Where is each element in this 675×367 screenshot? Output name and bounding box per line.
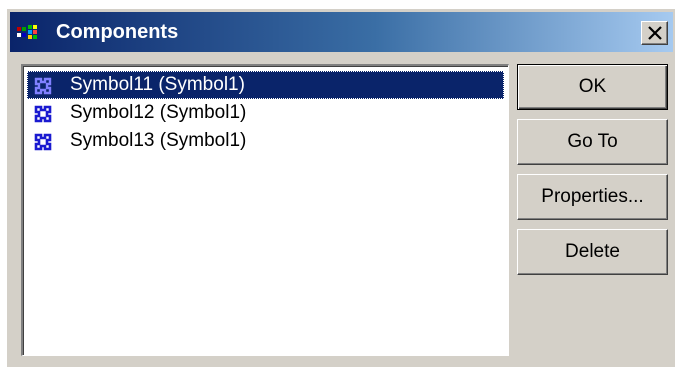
symbol-icon [34, 133, 52, 151]
close-button[interactable] [641, 21, 668, 45]
list-item-label: Symbol11 (Symbol1) [70, 74, 245, 95]
list-item[interactable]: Symbol11 (Symbol1) [27, 71, 504, 99]
delete-button[interactable]: Delete [517, 229, 668, 275]
symbol-icon [34, 77, 52, 95]
ok-button[interactable]: OK [517, 64, 668, 110]
window-title: Components [56, 21, 179, 43]
list-item-label: Symbol12 (Symbol1) [70, 102, 247, 123]
components-app-icon [17, 25, 37, 39]
components-dialog: Components Symbol11 (Symbol1) Symbol12 (… [6, 8, 675, 367]
close-icon [648, 26, 662, 40]
list-item[interactable]: Symbol13 (Symbol1) [27, 127, 504, 155]
list-item-label: Symbol13 (Symbol1) [70, 130, 247, 151]
components-list[interactable]: Symbol11 (Symbol1) Symbol12 (Symbol1) Sy… [21, 64, 509, 356]
symbol-icon [34, 105, 52, 123]
properties-button[interactable]: Properties... [517, 174, 668, 220]
title-bar[interactable]: Components [10, 12, 673, 52]
go-to-button[interactable]: Go To [517, 119, 668, 165]
list-item[interactable]: Symbol12 (Symbol1) [27, 99, 504, 127]
